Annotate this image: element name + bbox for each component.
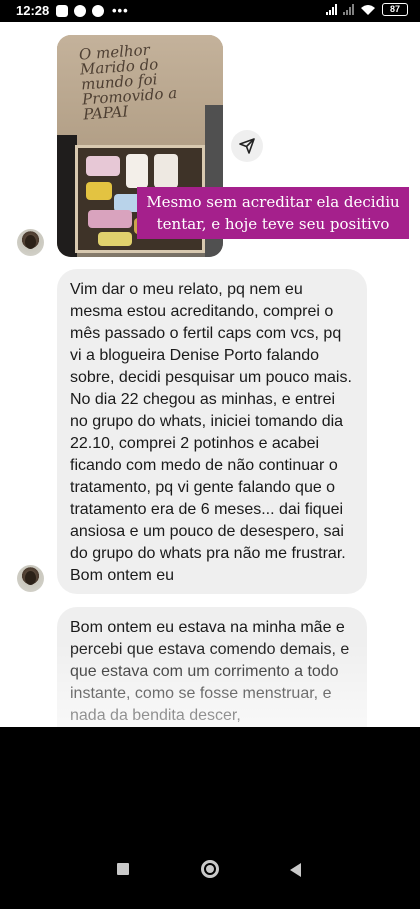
recents-square-icon[interactable] — [117, 863, 129, 875]
status-bar: 12:28 ••• 87 — [0, 0, 420, 22]
sender-avatar[interactable] — [17, 229, 44, 256]
facebook-icon — [74, 4, 86, 17]
sender-avatar[interactable] — [17, 565, 44, 592]
photo-shadow — [57, 135, 77, 257]
instagram-icon — [56, 4, 68, 17]
photo-item — [88, 210, 132, 228]
chat-screen: O melhor Marido do mundo foi Promovido a… — [0, 22, 420, 727]
message-bubble[interactable]: Bom ontem eu estava na minha mãe e perce… — [57, 607, 367, 727]
photo-item — [86, 182, 112, 200]
back-triangle-icon[interactable] — [290, 863, 301, 877]
wifi-icon — [361, 4, 375, 15]
photo-sign-text: O melhor Marido do mundo foi Promovido a… — [78, 40, 178, 124]
navigation-bar — [0, 727, 420, 909]
home-circle-icon[interactable] — [201, 860, 219, 878]
photo-item — [98, 232, 132, 246]
post-caption: Mesmo sem acreditar ela decidiu tentar, … — [137, 187, 409, 239]
facebook-icon — [92, 4, 104, 17]
notification-icons: ••• — [56, 3, 129, 18]
photo-item — [154, 154, 178, 188]
signal-icon — [343, 4, 354, 15]
share-button[interactable] — [231, 130, 263, 162]
battery-icon: 87 — [382, 3, 408, 16]
photo-item — [126, 154, 148, 188]
photo-item — [86, 156, 120, 176]
send-icon — [239, 138, 255, 154]
status-time: 12:28 — [16, 3, 50, 18]
system-icons: 87 — [326, 3, 408, 16]
more-dots-icon: ••• — [112, 3, 129, 18]
signal-icon — [326, 4, 337, 15]
message-bubble[interactable]: Vim dar o meu relato, pq nem eu mesma es… — [57, 269, 367, 594]
